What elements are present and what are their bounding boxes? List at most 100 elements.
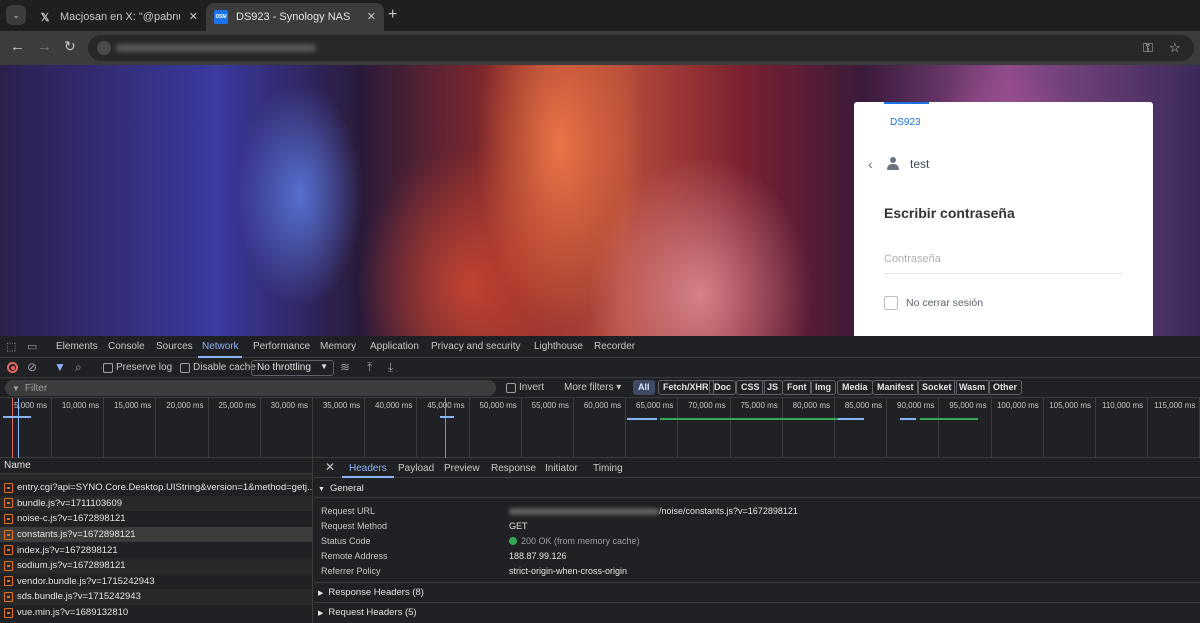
timeline-tick: 10,000 ms [52,398,105,458]
close-icon[interactable]: ✕ [325,460,335,474]
filter-chip-doc[interactable]: Doc [709,380,737,395]
panel-tab-performance[interactable]: Performance [253,341,310,352]
filter-chip-css[interactable]: CSS [736,380,765,395]
browser-tab-synology[interactable]: DSM DS923 - Synology NAS ✕ [206,3,384,31]
card-tab-indicator [884,102,929,104]
request-row[interactable]: noise-c.js?v=1672898121 [0,511,312,527]
password-key-icon[interactable]: ⚿ [1143,40,1153,56]
throttling-select[interactable]: No throttling ▼ [251,360,334,376]
request-name: index.js?v=1672898121 [17,544,118,556]
panel-tab-elements[interactable]: Elements [56,341,98,352]
tab-title: DS923 - Synology NAS [236,11,351,23]
panel-tab-network[interactable]: Network [202,341,239,352]
filter-funnel-icon[interactable]: ▼ [54,360,66,374]
request-method-key: Request Method [321,521,388,531]
inspect-element-icon[interactable]: ⬚ [6,340,16,353]
site-info-icon[interactable] [97,41,111,55]
filter-chip-other[interactable]: Other [988,380,1023,395]
request-row[interactable]: entry.cgi?api=SYNO.Core.Desktop.UIString… [0,480,312,496]
status-code-value: 200 OK (from memory cache) [509,536,640,546]
detail-tab-timing[interactable]: Timing [593,463,623,474]
timeline-tick: 75,000 ms [731,398,783,458]
browser-toolbar: ← → ↻ ⚿ ☆ [0,31,1200,65]
remember-me[interactable]: No cerrar sesión [884,296,983,310]
request-row[interactable]: bundle.js?v=1711103609 [0,495,312,512]
new-tab-button[interactable]: + [388,6,397,24]
reload-icon[interactable]: ↻ [64,38,76,55]
password-heading: Escribir contraseña [884,205,1015,221]
invert-checkbox[interactable] [506,383,516,393]
back-arrow-icon[interactable]: ← [10,38,25,55]
blurred-host [509,508,659,516]
filter-chip-js[interactable]: JS [762,380,784,395]
panel-tab-memory[interactable]: Memory [320,341,356,352]
browser-tab-strip: ⌄ 𝕏 Macjosan en X: "@pabnull Es la ✕ DSM… [0,0,1200,31]
filter-chip-fetch-xhr[interactable]: Fetch/XHR [658,380,714,395]
network-conditions-icon[interactable]: ≋ [340,360,350,374]
browser-tab-x[interactable]: 𝕏 Macjosan en X: "@pabnull Es la ✕ [30,3,206,31]
panel-tab-console[interactable]: Console [108,341,145,352]
preserve-log-label: Preserve log [116,362,173,373]
import-har-icon[interactable]: ⤒ [367,360,372,375]
request-row[interactable]: vendor.bundle.js?v=1715242943 [0,574,312,590]
back-chevron-icon[interactable]: ‹ [868,156,873,172]
timeline-tick: 45,000 ms [418,398,470,458]
script-file-icon [4,498,13,509]
page-background: DS923 ‹ test Escribir contraseña No cerr… [0,65,1200,336]
filter-chip-all[interactable]: All [633,380,655,395]
timeline-tick: 20,000 ms [157,398,209,458]
request-row[interactable]: constants.js?v=1672898121 [0,526,312,543]
address-bar[interactable]: ⚿ ☆ [88,35,1194,61]
filter-chip-wasm[interactable]: Wasm [954,380,991,395]
filter-chip-font[interactable]: Font [782,380,812,395]
filter-input[interactable]: ▼ Filter [5,380,496,396]
triangle-right-icon: ▶ [318,610,324,617]
request-row[interactable]: vue.min.js?v=1689132810 [0,605,312,621]
forward-arrow-icon[interactable]: → [37,38,52,55]
panel-tab-recorder[interactable]: Recorder [594,341,635,352]
disable-cache-checkbox[interactable] [180,363,190,373]
detail-tab-headers[interactable]: Headers [349,463,387,474]
panel-tab-application[interactable]: Application [370,341,419,352]
filter-chip-img[interactable]: Img [810,380,837,395]
timeline-tick: 110,000 ms [1096,398,1149,458]
tab-search-chevron-icon[interactable]: ⌄ [6,5,26,25]
request-row[interactable]: sodium.js?v=1672898121 [0,557,312,574]
filter-chip-socket[interactable]: Socket [917,380,957,395]
preserve-log-checkbox[interactable] [103,363,113,373]
export-har-icon[interactable]: ⤓ [388,360,393,375]
bookmark-star-icon[interactable]: ☆ [1169,40,1181,56]
detail-tab-payload[interactable]: Payload [398,463,434,474]
clear-icon[interactable]: ⊘ [27,360,37,374]
chevron-down-icon: ▼ [320,362,328,371]
timeline-request-bar [920,418,978,420]
detail-tab-response[interactable]: Response [491,463,536,474]
more-filters-dropdown[interactable]: More filters ▾ [564,382,621,393]
device-toolbar-icon[interactable]: ▭ [27,340,37,353]
remote-address-value: 188.87.99.126 [509,551,567,561]
remember-checkbox[interactable] [884,296,898,310]
password-input[interactable] [884,245,1122,274]
network-timeline-overview[interactable]: 115,000 ms 110,000 ms 105,000 ms 100,000 ms… [0,398,1200,458]
close-tab-icon[interactable]: ✕ [189,10,198,23]
panel-tab-privacy[interactable]: Privacy and security [431,341,520,352]
request-headers-section[interactable]: ▶ Request Headers (5) [318,607,417,618]
search-icon[interactable]: ⌕ [75,360,82,375]
panel-tab-sources[interactable]: Sources [156,341,193,352]
detail-tab-preview[interactable]: Preview [444,463,480,474]
response-headers-section[interactable]: ▶ Response Headers (8) [318,587,424,598]
panel-tab-lighthouse[interactable]: Lighthouse [534,341,583,352]
column-header-name[interactable]: Name [0,458,312,474]
request-row[interactable]: sds.bundle.js?v=1715242943 [0,589,312,605]
devtools: ⬚ ▭ Elements Console Sources Network Per… [0,336,1200,623]
divider [314,582,1200,583]
filter-chip-manifest[interactable]: Manifest [872,380,919,395]
request-row[interactable]: index.js?v=1672898121 [0,542,312,558]
detail-tab-initiator[interactable]: Initiator [545,463,578,474]
timeline-tick: 115,000 ms [1148,398,1200,458]
username: test [910,157,930,171]
general-section-header[interactable]: ▼ General [318,483,364,494]
close-tab-icon[interactable]: ✕ [367,10,376,23]
record-icon[interactable] [7,362,18,373]
filter-chip-media[interactable]: Media [837,380,873,395]
